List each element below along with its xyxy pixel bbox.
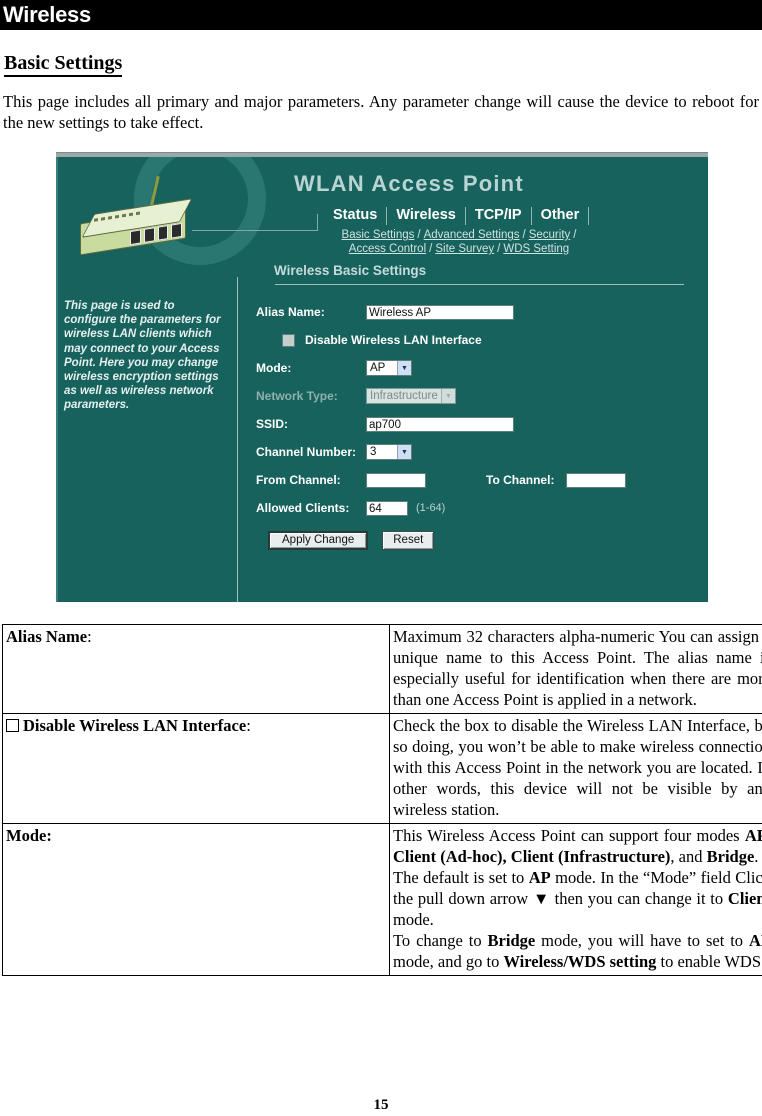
channel-number-label: Channel Number:	[256, 445, 357, 459]
sub-nav-row-1: Basic Settings / Advanced Settings / Sec…	[314, 228, 604, 242]
parameter-definition-table: Alias Name: Maximum 32 characters alpha-…	[2, 624, 762, 976]
ssid-input[interactable]: ap700	[366, 416, 514, 432]
wlan-admin-ui: WLAN Access Point Status Wireless TCP/IP…	[56, 157, 708, 602]
allowed-clients-input[interactable]: 64	[366, 500, 408, 516]
ssid-label: SSID:	[256, 417, 289, 431]
definition-cell-disable-wlan: Check the box to disable the Wireless LA…	[389, 713, 762, 824]
sublink-advanced-settings[interactable]: Advanced Settings	[424, 228, 520, 242]
page-header-bar: Wireless	[0, 0, 762, 30]
sublink-separator: /	[417, 229, 421, 241]
sublink-access-control[interactable]: Access Control	[349, 242, 426, 256]
network-type-label: Network Type:	[256, 389, 338, 403]
sublink-basic-settings[interactable]: Basic Settings	[342, 228, 415, 242]
form-section-divider	[275, 284, 684, 285]
reset-button[interactable]: Reset	[382, 531, 435, 550]
definition-cell-mode: This Wireless Access Point can support f…	[389, 823, 762, 976]
mode-label: Mode:	[256, 361, 292, 375]
table-row: Disable Wireless LAN Interface: Check th…	[2, 713, 762, 824]
term-label: Mode:	[6, 826, 52, 845]
ui-left-edge	[56, 157, 58, 602]
network-type-select: Infrastructure ▼	[366, 388, 456, 404]
form-section-heading: Wireless Basic Settings	[274, 263, 427, 278]
definition-text-part-1: This Wireless Access Point can support f…	[393, 826, 762, 866]
sub-nav-links: Basic Settings / Advanced Settings / Sec…	[314, 228, 604, 256]
sublink-separator: /	[429, 243, 433, 255]
term-cell-mode: Mode:	[2, 823, 390, 976]
checkbox-icon	[6, 719, 19, 732]
page-header-title: Wireless	[3, 2, 91, 27]
mode-row: Mode: AP ▼	[256, 359, 696, 377]
network-type-row: Network Type: Infrastructure ▼	[256, 387, 696, 405]
to-channel-label: To Channel:	[486, 473, 555, 487]
definition-text: Check the box to disable the Wireless LA…	[393, 716, 762, 819]
definition-text-part-3: To change to Bridge mode, you will have …	[393, 931, 762, 971]
to-channel-input[interactable]	[566, 472, 627, 488]
definition-cell-alias-name: Maximum 32 characters alpha-numeric You …	[389, 624, 762, 714]
apply-change-button[interactable]: Apply Change	[268, 531, 369, 550]
chevron-down-icon: ▼	[397, 361, 411, 375]
term-suffix: :	[87, 627, 92, 646]
document-body: Basic Settings This page includes all pr…	[0, 30, 762, 976]
network-type-select-value: Infrastructure	[370, 390, 438, 402]
term-cell-disable-wlan: Disable Wireless LAN Interface:	[2, 713, 390, 824]
sublink-security[interactable]: Security	[529, 228, 571, 242]
allowed-clients-label: Allowed Clients:	[256, 501, 350, 515]
tab-wireless[interactable]: Wireless	[387, 207, 466, 225]
allowed-clients-hint: (1-64)	[416, 502, 446, 514]
table-row: Alias Name: Maximum 32 characters alpha-…	[2, 624, 762, 714]
app-title: WLAN Access Point	[294, 171, 524, 196]
sublink-separator: /	[522, 229, 526, 241]
section-title: Basic Settings	[4, 52, 123, 77]
chevron-down-icon: ▼	[441, 389, 455, 403]
definition-text: Maximum 32 characters alpha-numeric You …	[393, 627, 762, 709]
allowed-clients-row: Allowed Clients: 64 (1-64)	[256, 499, 696, 517]
main-nav-tabs: Status Wireless TCP/IP Other	[324, 207, 590, 225]
definition-text-part-2: The default is set to AP mode. In the “M…	[393, 868, 762, 929]
channel-number-row: Channel Number: 3 ▼	[256, 443, 696, 461]
sub-nav-row-2: Access Control / Site Survey / WDS Setti…	[314, 242, 604, 256]
tab-status[interactable]: Status	[324, 207, 388, 225]
embedded-screenshot: WLAN Access Point Status Wireless TCP/IP…	[56, 152, 708, 602]
tab-tcpip[interactable]: TCP/IP	[466, 207, 532, 225]
alias-name-row: Alias Name: Wireless AP	[256, 303, 696, 321]
from-channel-label: From Channel:	[256, 473, 341, 487]
sublink-wds-setting[interactable]: WDS Setting	[503, 242, 569, 256]
term-suffix: :	[246, 716, 251, 735]
term-label: Alias Name	[6, 627, 88, 646]
chevron-down-icon: ▼	[397, 445, 411, 459]
mode-select-value: AP	[370, 362, 386, 374]
table-row: Mode: This Wireless Access Point can sup…	[2, 823, 762, 976]
disable-wlan-checkbox[interactable]	[282, 333, 295, 347]
page-number: 15	[373, 1097, 389, 1113]
channel-range-row: From Channel: To Channel:	[256, 471, 696, 489]
alias-name-label: Alias Name:	[256, 305, 325, 319]
disable-wlan-label: Disable Wireless LAN Interface	[305, 333, 482, 347]
sublink-site-survey[interactable]: Site Survey	[435, 242, 494, 256]
from-channel-input[interactable]	[366, 472, 426, 488]
help-description-text: This page is used to configure the param…	[64, 300, 221, 412]
router-illustration-icon	[74, 175, 204, 267]
intro-paragraph: This page includes all primary and major…	[3, 92, 759, 132]
mode-select[interactable]: AP ▼	[366, 360, 412, 376]
ssid-row: SSID: ap700	[256, 415, 696, 433]
channel-number-select-value: 3	[370, 446, 377, 458]
form-buttons: Apply Change Reset	[268, 531, 696, 550]
sublink-separator: /	[497, 243, 501, 255]
term-label: Disable Wireless LAN Interface	[23, 716, 247, 735]
alias-name-input[interactable]: Wireless AP	[366, 304, 514, 320]
description-panel-divider	[237, 277, 238, 602]
sublink-separator: /	[573, 229, 577, 241]
disable-wlan-row: Disable Wireless LAN Interface	[256, 331, 696, 349]
tab-other[interactable]: Other	[532, 207, 590, 225]
connector-line	[192, 230, 318, 231]
channel-number-select[interactable]: 3 ▼	[366, 444, 412, 460]
term-cell-alias-name: Alias Name:	[2, 624, 390, 714]
wireless-basic-settings-form: Alias Name: Wireless AP Disable Wireless…	[256, 303, 696, 550]
